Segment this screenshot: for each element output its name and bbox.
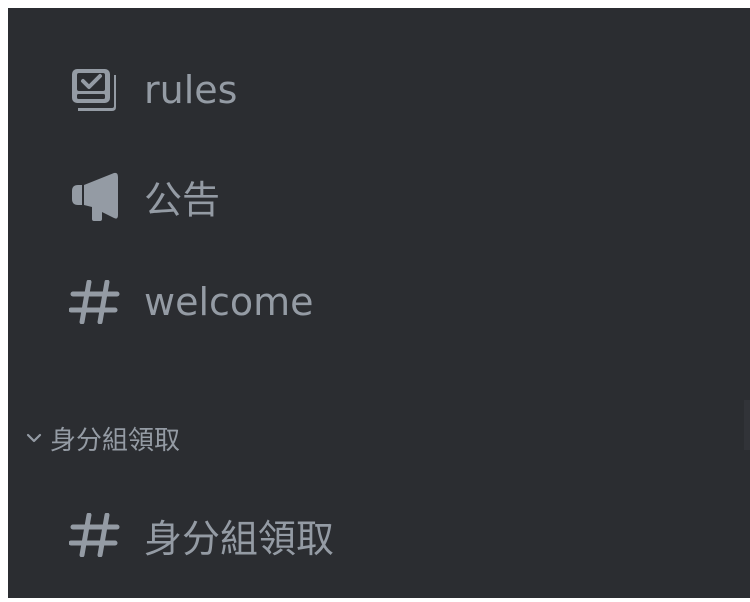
bottom-edge (0, 598, 750, 602)
channel-label: rules (144, 68, 238, 112)
category-header[interactable]: 身分組領取 (8, 418, 180, 458)
megaphone-icon (66, 171, 124, 221)
category-label: 身分組領取 (50, 425, 181, 456)
channel-label: welcome (144, 280, 314, 324)
hash-icon (66, 510, 124, 560)
channel-announcements[interactable]: 公告 (66, 166, 220, 226)
channel-welcome[interactable]: welcome (66, 272, 314, 332)
channel-sidebar: rules 公告 welcome 身分組領取 身分組領取 (8, 8, 750, 598)
channel-rules[interactable]: rules (66, 60, 237, 120)
scroll-edge (744, 400, 750, 450)
channel-role-claim[interactable]: 身分組領取 (66, 505, 334, 565)
chevron-down-icon (22, 426, 46, 450)
channel-label: 身分組領取 (144, 516, 335, 561)
channel-label: 公告 (144, 177, 221, 222)
hash-icon (66, 277, 124, 327)
rules-icon (66, 65, 124, 115)
